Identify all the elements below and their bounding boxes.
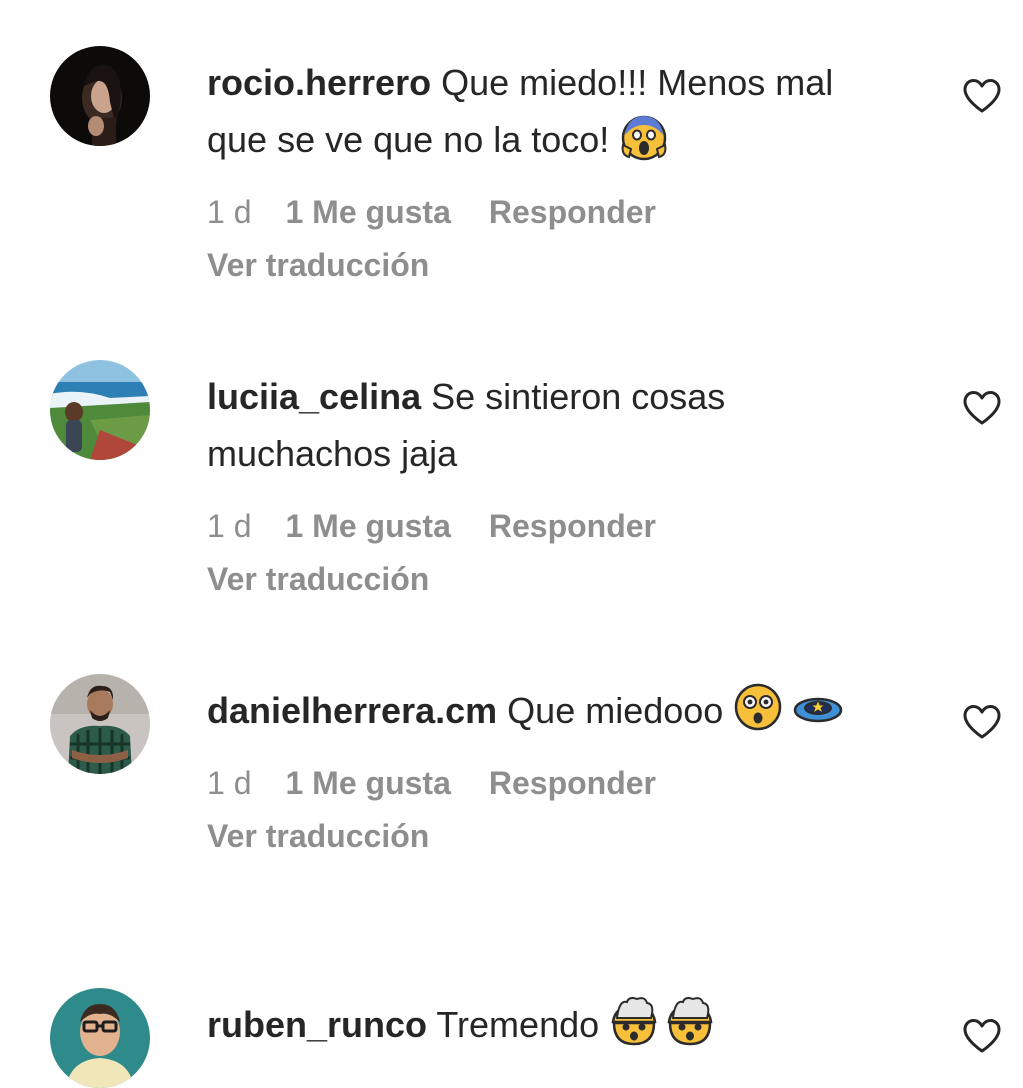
comment-meta: 1 d 1 Me gusta Responder (207, 500, 887, 553)
comment-meta: 1 d 1 Me gusta Responder (207, 757, 887, 810)
exploding-head-emoji (665, 996, 715, 1046)
avatar[interactable] (50, 674, 150, 774)
hushed-face-emoji (733, 682, 783, 732)
exploding-head-emoji (609, 996, 659, 1046)
comment-text: Que miedooo (507, 690, 724, 731)
comment-likes[interactable]: 1 Me gusta (285, 186, 450, 239)
avatar[interactable] (50, 46, 150, 146)
reply-button[interactable]: Responder (489, 500, 656, 553)
comment-meta: 1 d 1 Me gusta Responder (207, 186, 887, 239)
comment-time: 1 d (207, 194, 252, 230)
comment-time: 1 d (207, 765, 252, 801)
comment-text: Tremendo (436, 1004, 600, 1045)
reply-button[interactable]: Responder (489, 757, 656, 810)
comment-body: luciia_celina Se sintieron cosas muchach… (207, 368, 887, 606)
heart-outline-icon[interactable] (962, 704, 1002, 740)
avatar[interactable] (50, 988, 150, 1088)
comment-username[interactable]: danielherrera.cm (207, 690, 497, 731)
comment-text-line: danielherrera.cm Que miedooo (207, 682, 887, 739)
see-translation-button[interactable]: Ver traducción (207, 239, 887, 292)
see-translation-button[interactable]: Ver traducción (207, 810, 887, 863)
comment-body: rocio.herrero Que miedo!!! Menos mal que… (207, 54, 887, 292)
comment-body: danielherrera.cm Que miedooo 1 d 1 Me gus… (207, 682, 887, 863)
face-screaming-in-fear-emoji (619, 111, 669, 161)
comment-username[interactable]: rocio.herrero (207, 62, 431, 103)
comment-time: 1 d (207, 508, 252, 544)
comment-body: ruben_runco Tremendo (207, 996, 887, 1053)
avatar[interactable] (50, 360, 150, 460)
comment-text-line: ruben_runco Tremendo (207, 996, 887, 1053)
heart-outline-icon[interactable] (962, 390, 1002, 426)
comment-text-line: luciia_celina Se sintieron cosas muchach… (207, 368, 887, 482)
dizzy-ufo-emoji (793, 682, 843, 732)
comment-username[interactable]: luciia_celina (207, 376, 421, 417)
see-translation-button[interactable]: Ver traducción (207, 553, 887, 606)
heart-outline-icon[interactable] (962, 78, 1002, 114)
reply-button[interactable]: Responder (489, 186, 656, 239)
comment-likes[interactable]: 1 Me gusta (285, 500, 450, 553)
comment-text-line: rocio.herrero Que miedo!!! Menos mal que… (207, 54, 887, 168)
comment-username[interactable]: ruben_runco (207, 1004, 427, 1045)
comment-likes[interactable]: 1 Me gusta (285, 757, 450, 810)
heart-outline-icon[interactable] (962, 1018, 1002, 1054)
